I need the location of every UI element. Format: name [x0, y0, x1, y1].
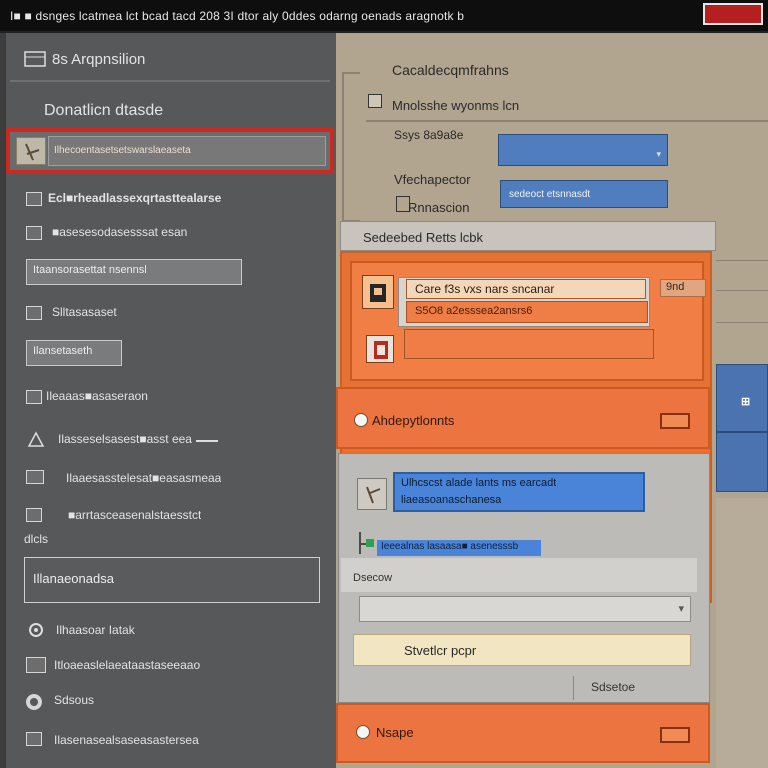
- checkbox[interactable]: [368, 94, 382, 108]
- panel-icon: [24, 51, 46, 67]
- sidebar-item-label[interactable]: Itloaeaslelaeataastaseeaao: [54, 658, 200, 672]
- folder-icon: [26, 226, 42, 240]
- blue-field-text: Ulhcscst alade lants ms earcadt: [401, 477, 557, 489]
- sidebar-header: 8s Arqpnsilion: [52, 51, 146, 68]
- bottom-option-label: Nsape: [376, 725, 414, 740]
- monitor-icon: [26, 657, 46, 673]
- divider: [10, 80, 330, 82]
- file-icon: [16, 137, 46, 165]
- doc-icon: [26, 192, 42, 206]
- radio-button[interactable]: [354, 413, 368, 427]
- field-label: Rnnascion: [408, 200, 470, 215]
- text-field[interactable]: ▾: [498, 134, 668, 166]
- sidebar-item-label[interactable]: Sdsous: [54, 693, 94, 707]
- field-label: Dsecow: [353, 572, 393, 584]
- option-label: Ahdepytlonnts: [372, 413, 455, 428]
- tree-icon: [26, 430, 46, 448]
- field-label: Ssys 8a9a8e: [394, 128, 464, 142]
- blue-field-sub: liaeasoanaschanesa: [401, 494, 502, 506]
- side-tab[interactable]: ⊞: [716, 364, 768, 432]
- side-tab[interactable]: [716, 432, 768, 492]
- gear-icon: [26, 621, 46, 639]
- row2-field[interactable]: [404, 329, 654, 359]
- divider: [573, 676, 574, 700]
- chevron-down-icon: ▾: [656, 149, 661, 159]
- sidebar-item-label[interactable]: Ilhaasoar Iatak: [56, 623, 135, 637]
- divider: [716, 260, 768, 261]
- frame-bracket: [342, 72, 360, 222]
- tree-icon: [357, 530, 375, 556]
- chevron-down-icon: ▾: [678, 603, 684, 615]
- sidebar-item-label[interactable]: ■arrtasceasenalstaesstct: [68, 508, 201, 522]
- section-label: Donatlicn dtasde: [44, 102, 164, 119]
- sidebar-item-boxed[interactable]: Ilansetaseth: [26, 340, 122, 366]
- sidebar-item-label[interactable]: ■asesesodasesssat esan: [52, 225, 187, 239]
- sidebar-item-boxed[interactable]: Itaansorasettat nsennsl: [26, 259, 242, 285]
- sidebar-item-label[interactable]: Ecl■rheadlassexqrtasttealarse: [48, 191, 221, 205]
- globe-icon: [24, 692, 44, 712]
- sidebar-item-label[interactable]: dlcls: [24, 532, 48, 546]
- selected-row[interactable]: Ieeealnas lasaasa■ asenesssb: [377, 540, 541, 556]
- doc-icon: [26, 390, 42, 404]
- sidebar-item-label[interactable]: Slltasasaset: [52, 305, 117, 319]
- checkbox-label: Mnolsshe wyonms lcn: [392, 98, 520, 113]
- orange-section: Care f3s vxs nars sncanar S5O8 a2esssea2…: [350, 261, 706, 381]
- main-heading: Cacaldecqmfrahns: [392, 62, 509, 78]
- divider: [716, 290, 768, 291]
- divider: [196, 440, 218, 442]
- bottom-option-bar: Nsape: [336, 703, 710, 763]
- radio-button[interactable]: [356, 725, 370, 739]
- row1-subfield[interactable]: S5O8 a2esssea2ansrs6: [406, 301, 648, 323]
- divider: [366, 120, 768, 122]
- doc-icon: [26, 306, 42, 320]
- doc-icon: [26, 508, 42, 522]
- title-bar: I■ ■ dsnges lcatmea lct bcad tacd 208 3I…: [0, 0, 768, 33]
- selected-item-label: Ilhecoentasetsetswarslaeaseta: [54, 145, 191, 156]
- option-bar: Ahdepytlonnts: [336, 387, 710, 449]
- row1-field[interactable]: Care f3s vxs nars sncanar: [406, 279, 646, 299]
- sidebar-item-label[interactable]: Ilasenasealsaseasastersea: [54, 733, 199, 747]
- sidebar-item-label[interactable]: Ilasseselsasest■asst eea: [58, 432, 192, 446]
- field-label: Vfechapector: [394, 172, 471, 187]
- sidebar-item-boxed[interactable]: Illanaeonadsa: [24, 557, 320, 603]
- close-button[interactable]: [703, 3, 763, 25]
- window-title: I■ ■ dsnges lcatmea lct bcad tacd 208 3I…: [10, 9, 465, 23]
- gray-panel: Ulhcscst alade lants ms earcadt liaeasoa…: [338, 453, 710, 703]
- file-icon: [357, 478, 387, 510]
- blue-field[interactable]: Ulhcscst alade lants ms earcadt liaeasoa…: [393, 472, 645, 512]
- monitor-icon: [26, 470, 44, 484]
- option-toggle[interactable]: [660, 727, 690, 743]
- row1-side-label: 9nd: [660, 279, 706, 297]
- side-tab-icon: ⊞: [741, 396, 751, 408]
- dialog-title: Sedeebed Retts lcbk: [363, 230, 483, 245]
- image-icon: [362, 275, 394, 309]
- option-toggle[interactable]: [660, 413, 690, 429]
- footer-label: Sdsetoe: [591, 680, 636, 694]
- highlight-row[interactable]: Stvetlcr pcpr: [353, 634, 691, 666]
- section-band: [341, 558, 697, 592]
- text-input[interactable]: ▾: [359, 596, 691, 622]
- sidebar-item-label[interactable]: Ileaaas■asaseraon: [46, 389, 148, 403]
- doc-icon: [26, 732, 42, 746]
- sidebar-item-label[interactable]: Ilaaesasstelesat■easasmeaa: [66, 471, 221, 485]
- main-area-lower: [716, 498, 768, 768]
- doc-icon: [366, 335, 394, 363]
- dropdown-field[interactable]: sedeoct etsnnasdt: [500, 180, 668, 208]
- divider: [716, 322, 768, 323]
- dialog-header: Sedeebed Retts lcbk: [340, 221, 716, 251]
